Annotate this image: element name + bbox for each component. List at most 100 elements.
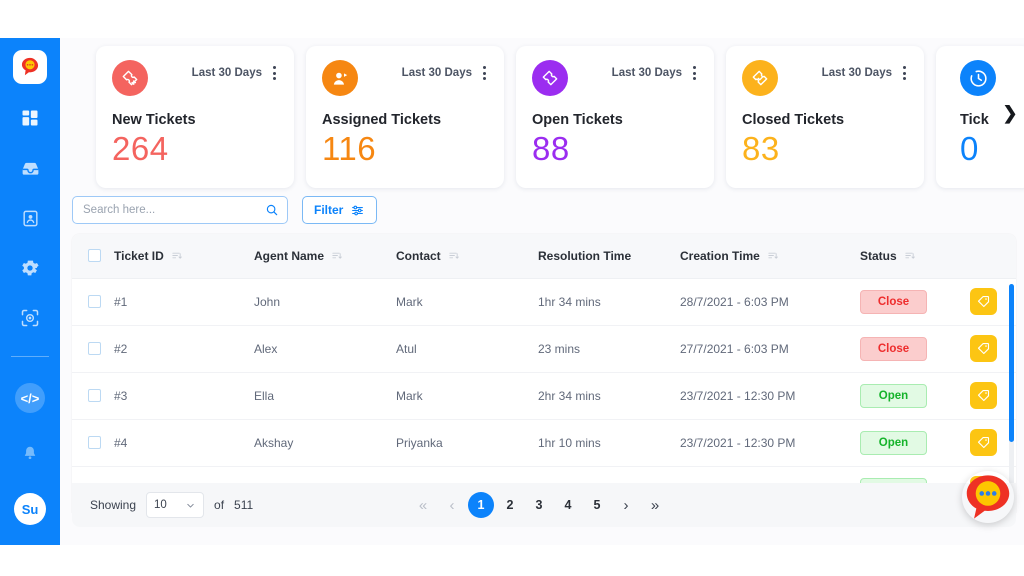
developer-code-button[interactable]: </> (15, 383, 45, 413)
filter-label: Filter (314, 203, 344, 217)
stat-card-closed-tickets[interactable]: Last 30 Days Closed Tickets 83 (726, 46, 924, 188)
card-header: Last 30 Days (532, 60, 698, 96)
kebab-menu-icon[interactable] (481, 64, 488, 82)
card-range[interactable]: Last 30 Days (192, 60, 278, 82)
app-root: </> Su Last 30 Days New Tickets 264 Last… (0, 0, 1024, 576)
sidebar-divider (11, 356, 49, 357)
header-ticket-id[interactable]: Ticket ID (114, 234, 254, 279)
card-value: 0 (960, 130, 979, 167)
table-row[interactable]: #4 Akshay Priyanka 1hr 10 mins 23/7/2021… (72, 419, 1016, 467)
kebab-menu-icon[interactable] (901, 64, 908, 82)
cell-contact: Mark (396, 278, 538, 326)
row-checkbox[interactable] (88, 436, 101, 449)
table-footer: Showing 10 of 511 « ‹ 1 2 3 4 5 › » (72, 483, 1016, 527)
row-checkbox[interactable] (88, 342, 101, 355)
search-input[interactable] (73, 197, 287, 223)
row-checkbox[interactable] (88, 295, 101, 308)
table-row[interactable]: #1 John Mark 1hr 34 mins 28/7/2021 - 6:0… (72, 278, 1016, 326)
header-resolution-time[interactable]: Resolution Time (538, 234, 680, 279)
page-size-select[interactable]: 10 (146, 492, 205, 518)
stats-card-row: Last 30 Days New Tickets 264 Last 30 Day… (60, 46, 1024, 188)
sidebar-item-dashboard[interactable] (13, 104, 47, 132)
pagination-next[interactable]: › (613, 492, 639, 518)
status-badge[interactable]: Close (860, 336, 927, 361)
pagination-page-5[interactable]: 5 (584, 492, 610, 518)
search-box[interactable] (72, 196, 288, 224)
row-select-cell (72, 278, 114, 326)
sort-icon[interactable] (448, 250, 459, 261)
cell-contact: Atul (396, 325, 538, 373)
pagination-last[interactable]: » (642, 492, 668, 518)
stat-card-open-tickets[interactable]: Last 30 Days Open Tickets 88 (516, 46, 714, 188)
page-size-control: Showing 10 of 511 (90, 492, 253, 518)
ticket-open-icon (532, 60, 568, 96)
sidebar-item-inbox[interactable] (13, 154, 47, 182)
pagination-page-2[interactable]: 2 (497, 492, 523, 518)
cell-agent-name: John (254, 278, 396, 326)
tag-icon[interactable] (970, 335, 997, 362)
status-badge[interactable]: Open (860, 383, 927, 408)
status-badge[interactable]: Open (860, 430, 927, 455)
card-title: New Tickets (112, 112, 196, 128)
kebab-menu-icon[interactable] (271, 64, 278, 82)
table-row[interactable]: #3 Ella Mark 2hr 34 mins 23/7/2021 - 12:… (72, 372, 1016, 420)
sort-icon[interactable] (767, 250, 778, 261)
cell-contact: Priyanka (396, 419, 538, 467)
header-label: Resolution Time (538, 248, 632, 263)
user-avatar[interactable]: Su (14, 493, 46, 525)
card-range-label: Last 30 Days (611, 67, 682, 79)
pagination-page-1[interactable]: 1 (468, 492, 494, 518)
notifications-button[interactable] (13, 439, 47, 467)
chat-bubble-icon (966, 475, 1010, 519)
stats-carousel: Last 30 Days New Tickets 264 Last 30 Day… (60, 38, 1024, 190)
header-agent-name[interactable]: Agent Name (254, 234, 396, 279)
sidebar-item-monitor[interactable] (13, 304, 47, 332)
scan-eye-icon (21, 309, 39, 327)
select-all-checkbox[interactable] (88, 249, 101, 263)
tag-icon[interactable] (970, 382, 997, 409)
stat-card-assigned-tickets[interactable]: Last 30 Days Assigned Tickets 116 (306, 46, 504, 188)
card-range[interactable]: Last 30 Days (612, 60, 698, 82)
cell-resolution-time: 2hr 34 mins (538, 372, 680, 420)
cell-creation-time: 23/7/2021 - 12:30 PM (680, 419, 860, 467)
card-range[interactable]: Last 30 Days (822, 60, 908, 82)
row-select-cell (72, 372, 114, 420)
search-icon[interactable] (265, 203, 279, 222)
cell-creation-time: 23/7/2021 - 12:30 PM (680, 372, 860, 420)
header-contact[interactable]: Contact (396, 234, 538, 279)
app-logo[interactable] (13, 50, 47, 84)
pagination-prev[interactable]: ‹ (439, 492, 465, 518)
sort-icon[interactable] (331, 250, 342, 261)
header-label: Ticket ID (114, 248, 164, 263)
sort-icon[interactable] (904, 250, 915, 261)
cell-creation-time: 28/7/2021 - 6:03 PM (680, 278, 860, 326)
cell-resolution-time: 23 mins (538, 325, 680, 373)
row-checkbox[interactable] (88, 389, 101, 402)
header-status[interactable]: Status (860, 234, 970, 279)
chat-launcher-button[interactable] (962, 471, 1014, 523)
filter-button[interactable]: Filter (302, 196, 378, 224)
chat-bubble-logo-icon (21, 57, 39, 76)
sidebar-nav (0, 104, 60, 332)
tag-icon[interactable] (970, 288, 997, 315)
pagination-page-3[interactable]: 3 (526, 492, 552, 518)
pagination-first[interactable]: « (410, 492, 436, 518)
sidebar-item-contacts[interactable] (13, 204, 47, 232)
carousel-next-button[interactable]: ❯ (998, 96, 1022, 130)
status-badge[interactable]: Close (860, 289, 927, 314)
card-range[interactable]: Last 30 Days (402, 60, 488, 82)
kebab-menu-icon[interactable] (691, 64, 698, 82)
pagination-page-4[interactable]: 4 (555, 492, 581, 518)
row-select-cell (72, 419, 114, 467)
tag-icon[interactable] (970, 429, 997, 456)
row-select-cell (72, 325, 114, 373)
cell-status: Open (860, 419, 970, 467)
table-scrollbar-thumb[interactable] (1009, 284, 1014, 442)
sort-icon[interactable] (171, 250, 182, 261)
chevron-down-icon (187, 503, 194, 508)
sidebar-item-settings[interactable] (13, 254, 47, 282)
stat-card-new-tickets[interactable]: Last 30 Days New Tickets 264 (96, 46, 294, 188)
pagination: « ‹ 1 2 3 4 5 › » (410, 492, 668, 518)
table-row[interactable]: #2 Alex Atul 23 mins 27/7/2021 - 6:03 PM… (72, 325, 1016, 373)
header-creation-time[interactable]: Creation Time (680, 234, 860, 279)
